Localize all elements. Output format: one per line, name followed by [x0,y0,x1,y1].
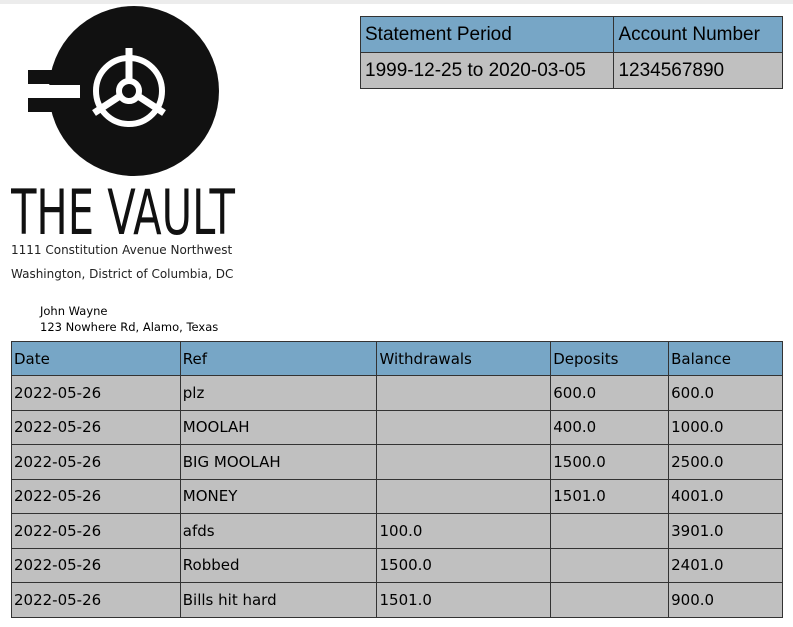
deposits-cell [550,513,670,549]
table-row: 2022-05-26 MONEY 1501.0 4001.0 [11,478,783,514]
deposits-cell [550,582,670,618]
ref-cell: Bills hit hard [179,582,378,618]
balance-header: Balance [668,341,783,376]
date-cell: 2022-05-26 [11,444,181,480]
withdrawals-cell [376,478,552,514]
balance-cell: 4001.0 [668,478,783,514]
transactions-table: Date Ref Withdrawals Deposits Balance 20… [11,341,783,618]
statement-header-row: Statement Period Account Number [359,16,783,53]
bank-address-line1: 1111 Constitution Avenue Northwest [11,243,233,257]
balance-cell: 3901.0 [668,513,783,549]
table-row: 2022-05-26 Robbed 1500.0 2401.0 [11,547,783,583]
deposits-cell: 400.0 [550,409,670,445]
date-header: Date [11,341,181,376]
ref-cell: afds [179,513,378,549]
withdrawals-cell: 100.0 [376,513,552,549]
top-strip [0,0,793,4]
svg-text:THE VAULT: THE VAULT [11,176,236,240]
withdrawals-cell: 1500.0 [376,547,552,583]
bank-name: THE VAULT [11,176,236,240]
withdrawals-header: Withdrawals [376,341,552,376]
account-number-header: Account Number [613,16,783,53]
ref-header: Ref [179,341,378,376]
withdrawals-cell: 1501.0 [376,582,552,618]
balance-cell: 600.0 [668,375,783,411]
date-cell: 2022-05-26 [11,547,181,583]
balance-cell: 2401.0 [668,547,783,583]
date-cell: 2022-05-26 [11,513,181,549]
statement-info-table: Statement Period Account Number 1999-12-… [359,16,783,89]
customer-name: John Wayne [40,304,108,318]
vault-logo-icon [28,6,221,177]
deposits-cell: 1501.0 [550,478,670,514]
withdrawals-cell [376,444,552,480]
table-row: 2022-05-26 plz 600.0 600.0 [11,375,783,411]
date-cell: 2022-05-26 [11,409,181,445]
date-cell: 2022-05-26 [11,375,181,411]
transactions-header-row: Date Ref Withdrawals Deposits Balance [11,341,783,376]
ref-cell: BIG MOOLAH [179,444,378,480]
table-row: 2022-05-26 MOOLAH 400.0 1000.0 [11,409,783,445]
ref-cell: MOOLAH [179,409,378,445]
table-row: 2022-05-26 Bills hit hard 1501.0 900.0 [11,582,783,618]
statement-value-row: 1999-12-25 to 2020-03-05 1234567890 [359,52,783,89]
deposits-cell: 1500.0 [550,444,670,480]
table-row: 2022-05-26 BIG MOOLAH 1500.0 2500.0 [11,444,783,480]
date-cell: 2022-05-26 [11,582,181,618]
ref-cell: Robbed [179,547,378,583]
customer-address: 123 Nowhere Rd, Alamo, Texas [40,320,219,334]
account-number-value: 1234567890 [613,52,783,89]
statement-period-value: 1999-12-25 to 2020-03-05 [359,52,615,89]
statement-period-header: Statement Period [359,16,615,53]
balance-cell: 2500.0 [668,444,783,480]
deposits-cell: 600.0 [550,375,670,411]
withdrawals-cell [376,409,552,445]
balance-cell: 1000.0 [668,409,783,445]
withdrawals-cell [376,375,552,411]
ref-cell: MONEY [179,478,378,514]
deposits-header: Deposits [550,341,670,376]
table-row: 2022-05-26 afds 100.0 3901.0 [11,513,783,549]
deposits-cell [550,547,670,583]
bank-address-line2: Washington, District of Columbia, DC [11,267,234,281]
ref-cell: plz [179,375,378,411]
date-cell: 2022-05-26 [11,478,181,514]
balance-cell: 900.0 [668,582,783,618]
